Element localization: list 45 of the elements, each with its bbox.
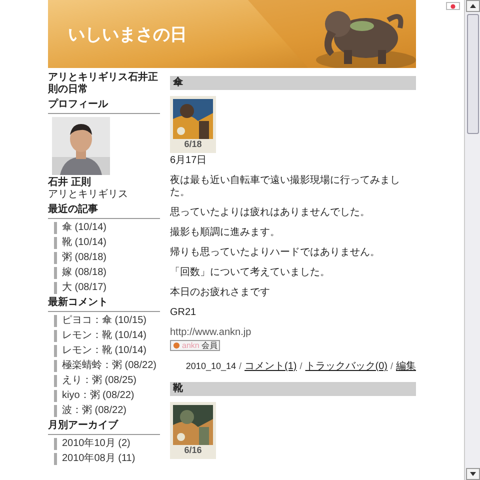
sidebar-link[interactable]: 波：粥 (08/22) — [54, 405, 160, 417]
scrollbar-thumb[interactable] — [466, 14, 478, 134]
sidebar-link[interactable]: kiyo：粥 (08/22) — [54, 390, 160, 402]
photo-caption: 6/18 — [184, 139, 202, 150]
section-heading: 月別アーカイブ — [48, 420, 160, 435]
footer-link[interactable]: 編集 — [396, 361, 416, 372]
footer-link[interactable]: コメント(1) — [244, 361, 297, 372]
sidebar-link[interactable]: 靴 (10/14) — [54, 237, 160, 249]
sidebar-link[interactable]: えり：粥 (08/25) — [54, 375, 160, 387]
footer-link[interactable]: トラックバック(0) — [305, 361, 388, 372]
post-title: 靴 — [170, 382, 416, 396]
sidebar-link[interactable]: 2010年10月 (2) — [54, 438, 160, 450]
circle-icon — [173, 342, 180, 349]
sidebar-link[interactable]: 嫁 (08/18) — [54, 267, 160, 279]
separator: / — [238, 361, 242, 372]
section-heading: プロフィール — [48, 99, 160, 114]
paragraph: 思っていたよりは疲れはありませんでした。 — [170, 207, 371, 219]
paragraph: 「回数」について考えていました。 — [170, 267, 331, 279]
photo-caption: 6/16 — [184, 445, 202, 456]
sidebar-link[interactable]: 粥 (08/18) — [54, 252, 160, 264]
sidebar-link[interactable]: 極楽蜻蛉：粥 (08/22) — [54, 360, 160, 372]
separator: / — [390, 361, 393, 372]
sidebar-link[interactable]: レモン：靴 (10/14) — [54, 345, 160, 357]
blog-description: アリとキリギリス石井正則の日常 — [48, 72, 159, 96]
paragraph: GR21 — [170, 307, 198, 319]
post-title: 傘 — [170, 76, 416, 90]
sidebar-link[interactable]: 傘 (10/14) — [54, 222, 160, 234]
paragraph: 撮影も順調に進みます。 — [170, 227, 281, 239]
profile-subtitle: アリとキリギリス — [48, 189, 129, 201]
banner-button[interactable]: ankn 会員 — [170, 340, 220, 351]
paragraph: 本日のお疲れさまです — [170, 287, 271, 299]
paragraph: 帰りも思っていたよりハードではありません。 — [170, 247, 381, 259]
link[interactable]: http://www.ankn.jp — [170, 327, 252, 339]
sidebar-link[interactable]: 大 (08/17) — [54, 282, 160, 294]
paragraph: 夜は最も近い自転車で遠い撮影現場に行ってみました。 — [170, 175, 401, 199]
post-date: 6月17日 — [170, 155, 208, 167]
scrollbar[interactable] — [464, 0, 480, 480]
section-heading: 最新コメント — [48, 297, 160, 312]
separator: / — [300, 361, 302, 372]
sidebar-link[interactable]: 2010年08月 (11) — [54, 453, 160, 465]
post-date: 2010_10_14 — [186, 361, 236, 372]
profile-name: 石井 正則 — [48, 177, 92, 189]
section-heading: 最近の記事 — [48, 204, 160, 219]
sidebar-link[interactable]: レモン：靴 (10/14) — [54, 330, 160, 342]
sidebar-link[interactable]: ピヨコ：傘 (10/15) — [54, 315, 160, 327]
